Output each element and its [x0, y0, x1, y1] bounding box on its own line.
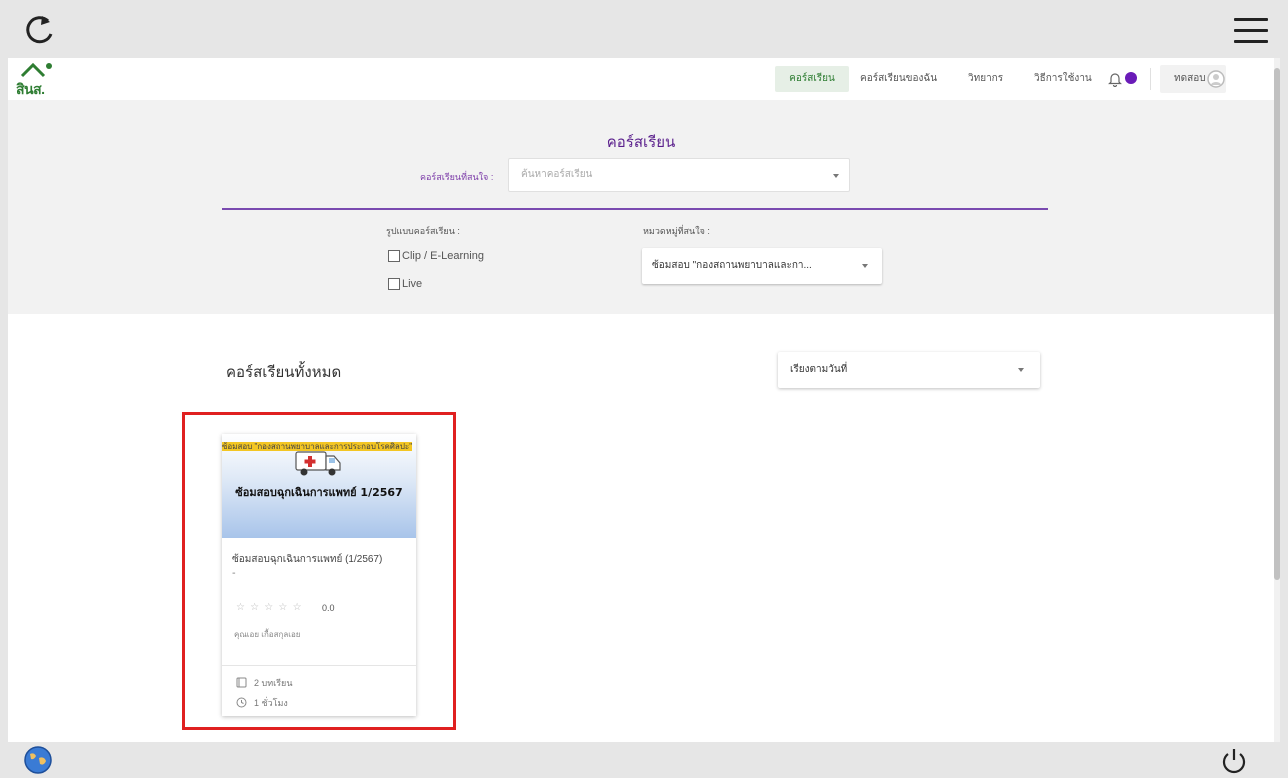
section-divider	[222, 208, 1048, 210]
user-name: ทดสอบ	[1174, 73, 1206, 84]
power-icon[interactable]	[1218, 745, 1250, 777]
book-icon	[236, 677, 247, 688]
course-card[interactable]: ซ้อมสอบ "กองสถานพยาบาลและการประกอบโรคศิล…	[222, 434, 416, 716]
chevron-down-icon	[862, 264, 868, 268]
all-courses-title: คอร์สเรียนทั้งหมด	[226, 364, 342, 381]
avatar-icon	[1207, 70, 1225, 88]
filter-title: คอร์สเรียน	[606, 134, 676, 151]
checkbox-label: Clip / E-Learning	[402, 250, 484, 262]
clock-icon	[236, 697, 247, 708]
instructor-name: คุณเอย เกื้อสกุลเอย	[234, 630, 301, 639]
search-label: คอร์สเรียนที่สนใจ :	[420, 172, 494, 182]
checkbox-icon[interactable]	[388, 278, 400, 290]
web-viewport: สินส. คอร์สเรียน คอร์สเรียนของฉัน วิทยาก…	[8, 58, 1280, 742]
sort-value: เรียงตามวันที่	[790, 364, 848, 375]
reload-icon[interactable]	[22, 12, 58, 48]
logo-house-icon	[20, 62, 52, 78]
logo-text: สินส.	[16, 81, 45, 97]
search-placeholder: ค้นหาคอร์สเรียน	[521, 169, 593, 180]
lessons-text: 2 บทเรียน	[254, 678, 293, 688]
course-tag: ซ้อมสอบ "กองสถานพยาบาลและการประกอบโรคศิล…	[222, 434, 416, 470]
nav-my-courses[interactable]: คอร์สเรียนของฉัน	[860, 66, 937, 92]
course-thumbnail[interactable]: ซ้อมสอบ "กองสถานพยาบาลและการประกอบโรคศิล…	[222, 434, 416, 538]
vertical-scrollbar[interactable]	[1274, 58, 1280, 742]
nav-courses[interactable]: คอร์สเรียน	[775, 66, 849, 92]
kiosk-top-bar	[0, 0, 1288, 58]
checkbox-label: Live	[402, 278, 423, 290]
checkbox-icon[interactable]	[388, 250, 400, 262]
sort-select[interactable]: เรียงตามวันที่	[778, 352, 1040, 388]
category-value: ซ้อมสอบ "กองสถานพยาบาลและกา...	[652, 260, 812, 271]
bell-icon[interactable]	[1108, 71, 1122, 87]
rating-value: 0.0	[322, 603, 335, 613]
site-logo[interactable]: สินส.	[16, 62, 54, 97]
category-select[interactable]: ซ้อมสอบ "กองสถานพยาบาลและกา...	[642, 248, 882, 284]
category-label: หมวดหมู่ที่สนใจ :	[643, 226, 710, 236]
hamburger-menu-icon[interactable]	[1234, 18, 1268, 48]
duration-text: 1 ชั่วโมง	[254, 698, 288, 708]
course-search-select[interactable]: ค้นหาคอร์สเรียน	[508, 158, 850, 192]
card-divider	[222, 665, 416, 666]
user-menu[interactable]: ทดสอบ	[1160, 65, 1226, 93]
globe-icon[interactable]	[22, 744, 54, 776]
nav-speakers[interactable]: วิทยากร	[968, 66, 1003, 92]
course-filter-panel: คอร์สเรียน คอร์สเรียนที่สนใจ : ค้นหาคอร์…	[8, 100, 1274, 314]
course-title[interactable]: ซ้อมสอบฉุกเฉินการแพทย์ (1/2567)	[232, 552, 408, 567]
chevron-down-icon	[833, 174, 839, 178]
course-subtitle: -	[232, 568, 236, 579]
course-thumbnail-title: ซ้อมสอบฉุกเฉินการแพทย์ 1/2567	[235, 486, 403, 499]
header-divider	[1150, 68, 1151, 90]
nav-how-to[interactable]: วิธีการใช้งาน	[1034, 66, 1092, 92]
chevron-down-icon	[1018, 368, 1024, 372]
course-tag-text: ซ้อมสอบ "กองสถานพยาบาลและการประกอบโรคศิล…	[222, 442, 413, 451]
star-rating-icon: ☆ ☆ ☆ ☆ ☆	[236, 602, 303, 613]
course-type-label: รูปแบบคอร์สเรียน :	[386, 226, 460, 236]
site-header: สินส. คอร์สเรียน คอร์สเรียนของฉัน วิทยาก…	[8, 58, 1274, 100]
notification-dot[interactable]	[1125, 72, 1137, 84]
scrollbar-thumb[interactable]	[1274, 68, 1280, 580]
kiosk-bottom-bar	[0, 742, 1288, 778]
